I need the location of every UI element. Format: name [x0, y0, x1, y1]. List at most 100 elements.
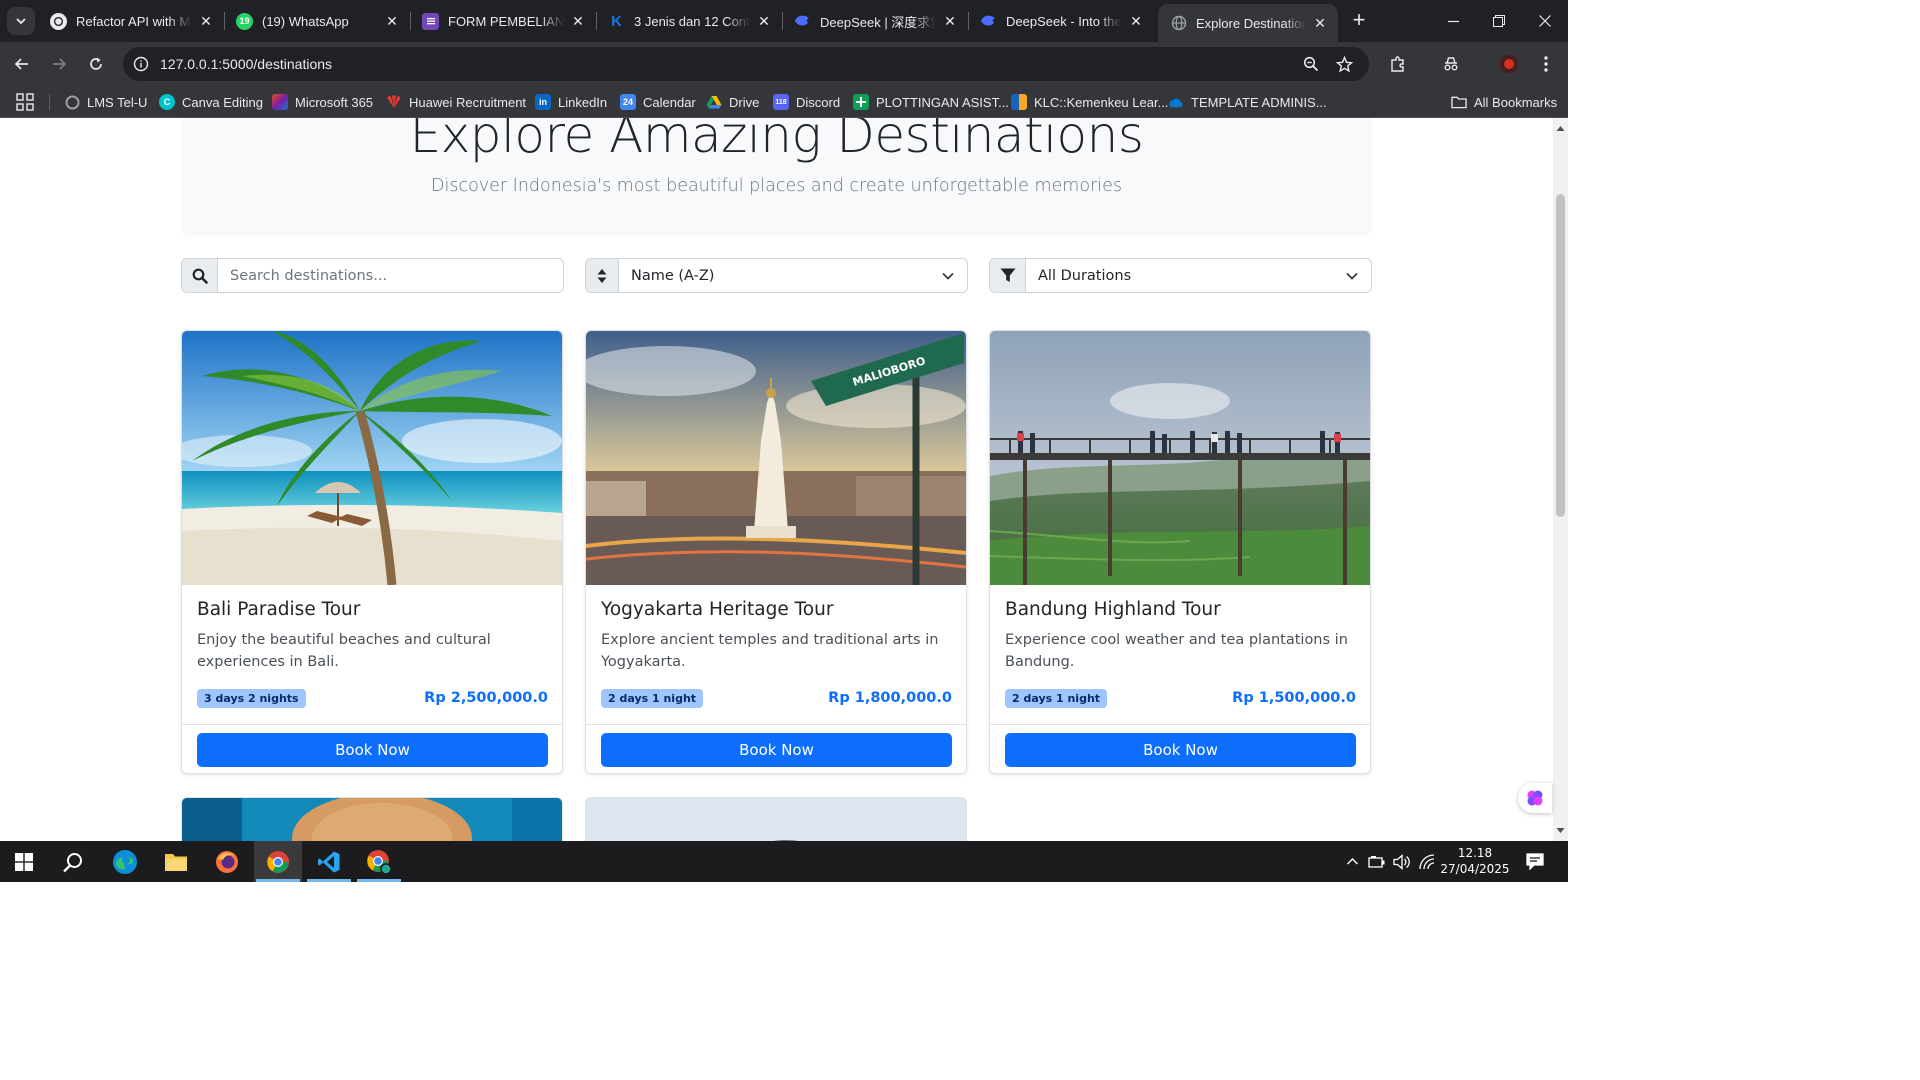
tab-close-icon[interactable]: ✕	[384, 13, 400, 29]
folder-icon	[1451, 94, 1467, 110]
chevron-down-icon	[942, 272, 954, 280]
destination-image-beach	[182, 331, 562, 585]
incognito-icon[interactable]	[1440, 53, 1462, 75]
bookmark-huawei-recruitment[interactable]: Huawei Recruitment	[386, 86, 526, 118]
taskbar-chrome-profile[interactable]	[355, 841, 403, 882]
tab-close-icon[interactable]: ✕	[1312, 15, 1328, 31]
duration-badge: 2 days 1 night	[1005, 689, 1108, 708]
book-now-button[interactable]: Book Now	[601, 733, 952, 767]
book-now-button[interactable]: Book Now	[1005, 733, 1356, 767]
taskbar-search-button[interactable]	[49, 841, 97, 882]
notifications-button[interactable]	[1521, 841, 1549, 882]
bookmark-calendar[interactable]: 24 Calendar	[620, 86, 696, 118]
page-viewport: Explore Amazing Destinations Discover In…	[0, 118, 1553, 841]
whatsapp-icon: 19	[236, 12, 253, 30]
url-text[interactable]: 127.0.0.1:5000/destinations	[160, 56, 332, 72]
sort-icon	[586, 259, 619, 292]
battery-icon	[1368, 855, 1385, 868]
bookmark-plottingan-asist[interactable]: PLOTTINGAN ASIST...	[853, 86, 1009, 118]
destination-description: Enjoy the beautiful beaches and cultural…	[197, 632, 491, 670]
arrow-left-icon	[14, 58, 28, 70]
search-input[interactable]	[218, 259, 563, 292]
brain-icon	[1527, 790, 1543, 806]
extensions-icon[interactable]	[1387, 53, 1409, 75]
all-bookmarks-button[interactable]: All Bookmarks	[1451, 86, 1557, 118]
edge-icon	[113, 849, 137, 874]
browser-tab[interactable]: DeepSeek - Into the ✕	[968, 0, 1154, 42]
destination-title: Bandung Highland Tour	[1005, 599, 1221, 620]
duration-group: All Durations	[989, 258, 1372, 293]
network-status[interactable]	[1416, 841, 1438, 882]
notification-icon	[1526, 853, 1544, 870]
bookmark-lms-tel-u[interactable]: LMS Tel-U	[64, 86, 147, 118]
browser-tab[interactable]: Refactor API with Mo ✕	[38, 0, 224, 42]
browser-tab-active[interactable]: Explore Destinations ✕	[1158, 4, 1338, 42]
volume-status[interactable]	[1391, 841, 1413, 882]
taskbar-edge[interactable]	[101, 841, 149, 882]
bookmark-linkedin[interactable]: in LinkedIn	[535, 86, 607, 118]
tab-close-icon[interactable]: ✕	[756, 13, 772, 29]
apps-grid-icon[interactable]	[16, 93, 34, 111]
tab-close-icon[interactable]: ✕	[570, 13, 586, 29]
destination-price: Rp 1,800,000.0	[828, 690, 952, 706]
duration-badge: 3 days 2 nights	[197, 689, 306, 708]
tray-overflow-button[interactable]	[1342, 841, 1362, 882]
floating-extension-button[interactable]	[1518, 783, 1552, 813]
taskbar-clock[interactable]: 12.18 27/04/2025	[1440, 845, 1510, 877]
browser-tab[interactable]: FORM PEMBELIAN JA ✕	[410, 0, 596, 42]
destination-description: Explore ancient temples and traditional …	[601, 632, 939, 670]
book-now-button[interactable]: Book Now	[197, 733, 548, 767]
destination-card: Bali Paradise Tour Enjoy the beautiful b…	[181, 330, 563, 774]
scroll-thumb[interactable]	[1556, 194, 1565, 517]
back-button[interactable]	[8, 50, 36, 78]
chevron-up-icon	[1346, 858, 1358, 865]
page-title: Explore Amazing Destinations	[409, 118, 1144, 164]
duration-select[interactable]: All Durations	[1026, 259, 1371, 292]
start-button[interactable]	[0, 841, 48, 882]
scroll-up-arrow-icon[interactable]	[1556, 124, 1565, 133]
close-window-button[interactable]	[1522, 0, 1568, 42]
bookmark-template-adminis[interactable]: TEMPLATE ADMINIS...	[1168, 86, 1327, 118]
more-menu-icon[interactable]	[1535, 53, 1557, 75]
tab-close-icon[interactable]: ✕	[198, 13, 214, 29]
site-info-icon[interactable]	[131, 54, 151, 74]
zoom-icon[interactable]	[1301, 54, 1321, 74]
destination-image-highland	[990, 331, 1370, 585]
bookmarks-bar: LMS Tel-U C Canva Editing Microsoft 365 …	[0, 86, 1568, 118]
sort-select[interactable]: Name (A-Z)	[619, 259, 967, 292]
taskbar-chrome[interactable]	[254, 841, 302, 882]
bookmark-star-icon[interactable]	[1334, 54, 1354, 74]
forward-button[interactable]	[45, 50, 73, 78]
taskbar-firefox[interactable]	[203, 841, 251, 882]
tab-search-button[interactable]	[7, 7, 35, 35]
windows-logo-icon	[15, 852, 33, 871]
reload-button[interactable]	[82, 50, 110, 78]
reload-icon	[90, 57, 102, 70]
tab-close-icon[interactable]: ✕	[942, 13, 958, 29]
scroll-down-arrow-icon[interactable]	[1556, 826, 1565, 835]
minimize-button[interactable]	[1430, 0, 1476, 42]
new-tab-button[interactable]: +	[1347, 9, 1371, 33]
taskbar-file-explorer[interactable]	[152, 841, 200, 882]
minimize-icon	[1447, 20, 1459, 22]
chevron-down-icon	[16, 18, 26, 25]
close-icon	[1539, 15, 1551, 27]
tab-close-icon[interactable]: ✕	[1128, 13, 1144, 29]
page-scrollbar[interactable]	[1553, 118, 1568, 841]
battery-status[interactable]	[1366, 841, 1388, 882]
arrow-right-icon	[53, 58, 67, 70]
browser-tab[interactable]: 19 (19) WhatsApp ✕	[224, 0, 410, 42]
profile-avatar[interactable]	[1498, 53, 1520, 75]
destination-card: MALIOBORO Yogyakarta Heritage Tour Explo…	[585, 330, 967, 774]
taskbar-vscode[interactable]	[305, 841, 353, 882]
bookmark-drive[interactable]: Drive	[706, 86, 759, 118]
chrome-profile-icon	[367, 849, 392, 875]
address-bar[interactable]: 127.0.0.1:5000/destinations	[123, 47, 1369, 81]
browser-tab[interactable]: K 3 Jenis dan 12 Conto ✕	[596, 0, 782, 42]
browser-tab[interactable]: DeepSeek | 深度求索 ✕	[782, 0, 968, 42]
bookmark-canva-editing[interactable]: C Canva Editing	[159, 86, 263, 118]
restore-button[interactable]	[1476, 0, 1522, 42]
bookmark-microsoft-365[interactable]: Microsoft 365	[272, 86, 373, 118]
bookmark-klc-kemenkeu[interactable]: KLC::Kemenkeu Lear...	[1011, 86, 1168, 118]
bookmark-discord[interactable]: 118 Discord	[773, 86, 840, 118]
